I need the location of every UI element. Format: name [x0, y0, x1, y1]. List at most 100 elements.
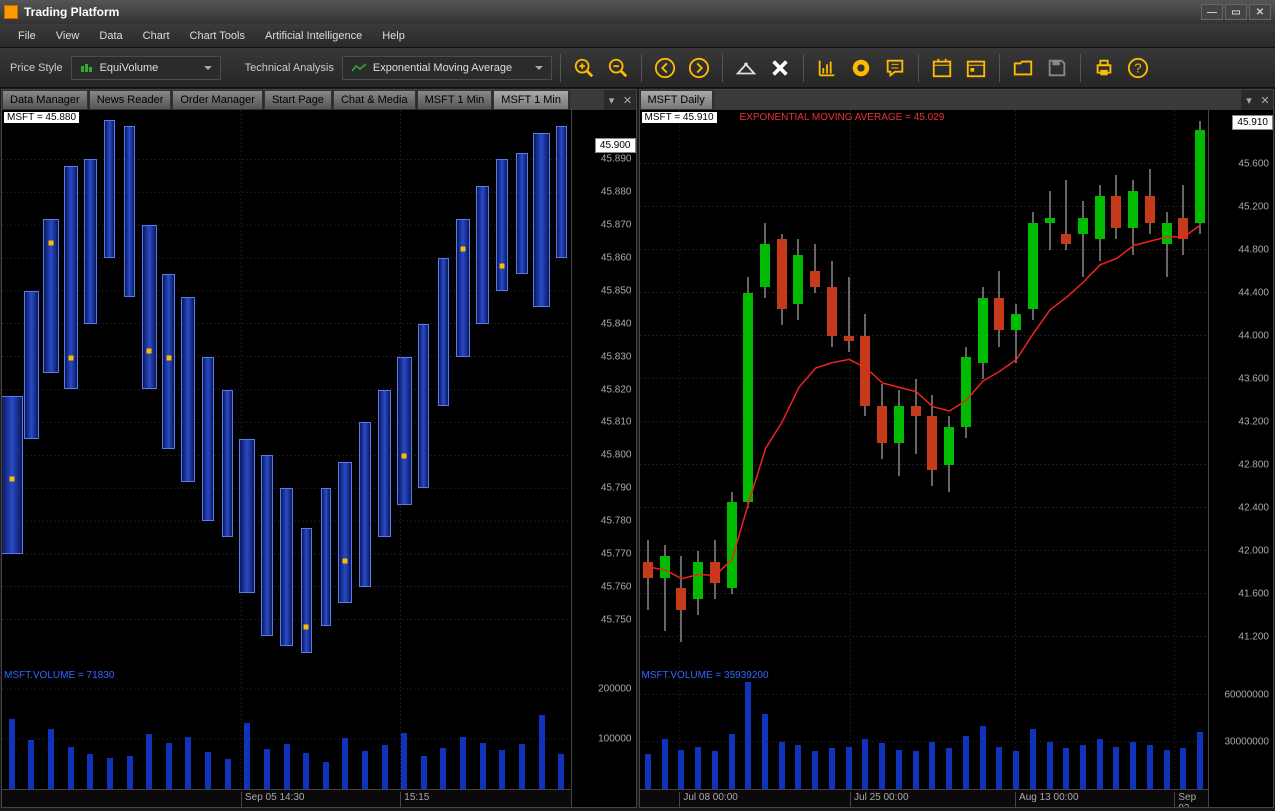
volume-bar	[401, 733, 407, 789]
volume-bar	[896, 750, 902, 789]
volume-bar	[1063, 748, 1069, 789]
volume-bar	[879, 743, 885, 789]
volume-bar	[519, 744, 525, 789]
indicator-icon[interactable]	[846, 53, 876, 83]
left-chart[interactable]: MSFT = 45.880 MSFT.VOLUME = 71830 45.890…	[2, 110, 636, 807]
crosshair-button[interactable]	[731, 53, 761, 83]
volume-bar	[28, 740, 34, 789]
right-tab-menu-icon[interactable]: ▾	[1241, 90, 1257, 110]
minimize-button[interactable]: —	[1201, 4, 1223, 20]
tab-chat-media[interactable]: Chat & Media	[333, 90, 416, 110]
menu-chart[interactable]: Chart	[143, 30, 170, 42]
equivolume-bar	[124, 126, 135, 297]
volume-bar	[284, 744, 290, 789]
equivolume-bar	[239, 439, 255, 594]
volume-bar	[480, 743, 486, 789]
tab-data-manager[interactable]: Data Manager	[2, 90, 88, 110]
maximize-button[interactable]: ▭	[1225, 4, 1247, 20]
chart-type-icon[interactable]	[812, 53, 842, 83]
volume-bar	[1097, 739, 1103, 789]
tab-msft-1min-a[interactable]: MSFT 1 Min	[417, 90, 493, 110]
price-style-value: EquiVolume	[100, 62, 159, 74]
tab-start-page[interactable]: Start Page	[264, 90, 332, 110]
menu-chart-tools[interactable]: Chart Tools	[190, 30, 245, 42]
volume-bar	[146, 734, 152, 789]
zoom-in-button[interactable]	[569, 53, 599, 83]
save-icon[interactable]	[1042, 53, 1072, 83]
volume-bar	[185, 737, 191, 790]
volume-bar	[795, 745, 801, 789]
equivolume-bar	[359, 422, 371, 586]
volume-bar	[1080, 745, 1086, 789]
tab-news-reader[interactable]: News Reader	[89, 90, 172, 110]
right-yaxis: 45.60045.20044.80044.40044.00043.60043.2…	[1208, 110, 1273, 807]
volume-bar	[929, 742, 935, 789]
left-tab-close-icon[interactable]: ✕	[620, 90, 636, 110]
content: Data Manager News Reader Order Manager S…	[0, 88, 1275, 809]
left-panel: Data Manager News Reader Order Manager S…	[1, 89, 637, 808]
volume-bar	[712, 751, 718, 789]
equivolume-bar	[397, 357, 412, 505]
app-icon	[4, 5, 18, 19]
right-chart[interactable]: MSFT = 45.910 EXPONENTIAL MOVING AVERAGE…	[640, 110, 1274, 807]
volume-bar	[963, 736, 969, 789]
equivolume-bar	[181, 297, 195, 481]
right-tab-close-icon[interactable]: ✕	[1257, 90, 1273, 110]
volume-bar	[127, 756, 133, 789]
volume-bar	[1013, 751, 1019, 789]
volume-bar	[779, 742, 785, 789]
tab-msft-1min-b[interactable]: MSFT 1 Min	[493, 90, 569, 110]
menubar: File View Data Chart Chart Tools Artific…	[0, 24, 1275, 48]
close-button[interactable]: ✕	[1249, 4, 1271, 20]
nav-forward-button[interactable]	[684, 53, 714, 83]
menu-file[interactable]: File	[18, 30, 36, 42]
volume-bar	[107, 758, 113, 789]
equivolume-bar	[202, 357, 214, 521]
help-icon[interactable]: ?	[1123, 53, 1153, 83]
volume-bar	[913, 751, 919, 789]
volume-bar	[1130, 742, 1136, 789]
menu-help[interactable]: Help	[382, 30, 405, 42]
tab-msft-daily[interactable]: MSFT Daily	[640, 90, 713, 110]
tab-order-manager[interactable]: Order Manager	[172, 90, 263, 110]
left-volume-bars	[2, 679, 571, 789]
menu-ai[interactable]: Artificial Intelligence	[265, 30, 362, 42]
equivolume-bar	[142, 225, 157, 389]
open-icon[interactable]	[1008, 53, 1038, 83]
zoom-out-button[interactable]	[603, 53, 633, 83]
calendar1-icon[interactable]	[927, 53, 957, 83]
equivolume-bar	[556, 126, 567, 258]
left-tab-menu-icon[interactable]: ▾	[604, 90, 620, 110]
left-xaxis: Sep 05 14:3015:15	[2, 789, 571, 807]
volume-bar	[499, 750, 505, 789]
equivolume-bar	[338, 462, 352, 603]
ta-label: Technical Analysis	[245, 62, 334, 74]
volume-bar	[829, 748, 835, 789]
equivolume-bar	[261, 455, 273, 636]
volume-bar	[342, 738, 348, 789]
menu-view[interactable]: View	[56, 30, 80, 42]
equivolume-bar	[222, 390, 233, 538]
right-xaxis: Jul 08 00:00Jul 25 00:00Aug 13 00:00Sep …	[640, 789, 1209, 807]
ta-dropdown[interactable]: Exponential Moving Average	[342, 56, 552, 80]
volume-bar	[846, 747, 852, 789]
volume-bar	[1197, 732, 1203, 789]
calendar2-icon[interactable]	[961, 53, 991, 83]
toolbar: Price Style EquiVolume Technical Analysi…	[0, 48, 1275, 88]
price-style-dropdown[interactable]: EquiVolume	[71, 56, 221, 80]
delete-button[interactable]	[765, 53, 795, 83]
print-icon[interactable]	[1089, 53, 1119, 83]
volume-bar	[1047, 742, 1053, 789]
equivolume-bar	[516, 153, 529, 275]
menu-data[interactable]: Data	[99, 30, 122, 42]
nav-back-button[interactable]	[650, 53, 680, 83]
volume-bar	[539, 715, 545, 789]
equivolume-bar	[24, 291, 40, 439]
equivolume-bar	[476, 186, 489, 324]
comment-icon[interactable]	[880, 53, 910, 83]
volume-bar	[996, 747, 1002, 789]
volume-bar	[862, 739, 868, 789]
volume-bar	[421, 756, 427, 789]
volume-bar	[1164, 750, 1170, 789]
volume-bar	[695, 747, 701, 789]
